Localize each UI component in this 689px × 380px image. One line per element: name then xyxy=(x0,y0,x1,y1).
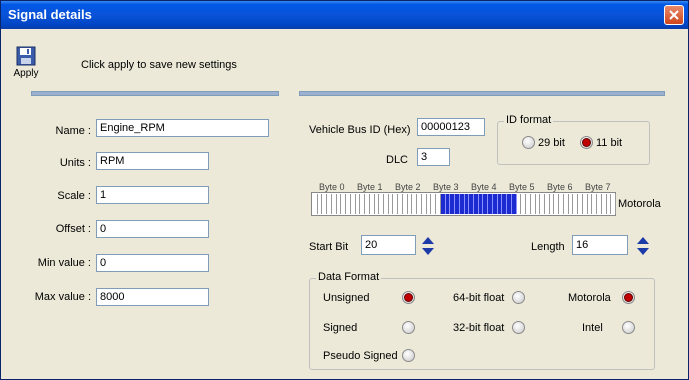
byte-label: Byte 1 xyxy=(357,182,383,192)
unsigned-label: Unsigned xyxy=(323,292,370,304)
start-bit-label: Start Bit xyxy=(309,241,349,253)
radio-unsigned[interactable] xyxy=(402,291,415,304)
right-separator xyxy=(299,91,665,96)
max-value-label: Max value : xyxy=(34,291,91,303)
window-title: Signal details xyxy=(8,7,92,22)
byte-label: Byte 3 xyxy=(433,182,459,192)
radio-signed[interactable] xyxy=(402,321,415,334)
float64-label: 64-bit float xyxy=(453,292,505,304)
radio-11-bit[interactable] xyxy=(580,136,593,149)
apply-label: Apply xyxy=(13,68,39,79)
left-separator xyxy=(31,91,279,96)
offset-field[interactable] xyxy=(96,220,209,238)
title-bar[interactable]: Signal details xyxy=(1,1,688,29)
bit-layout-bar[interactable] xyxy=(311,192,616,216)
length-field[interactable] xyxy=(572,235,628,255)
units-label: Units : xyxy=(59,157,91,169)
signed-label: Signed xyxy=(323,322,358,334)
motorola-label: Motorola xyxy=(568,292,611,304)
dlc-field[interactable] xyxy=(417,148,450,166)
byte-label: Byte 2 xyxy=(395,182,421,192)
signal-details-dialog: Signal details Apply Click apply to save… xyxy=(0,0,689,380)
min-value-label: Min value : xyxy=(37,257,91,269)
id-format-group: ID format 29 bit 11 bit xyxy=(497,114,650,165)
close-icon xyxy=(669,10,679,20)
max-value-field[interactable] xyxy=(96,288,209,306)
min-value-field[interactable] xyxy=(96,254,209,272)
data-format-legend: Data Format xyxy=(316,271,382,283)
byte-label: Byte 7 xyxy=(585,182,611,192)
name-label: Name : xyxy=(55,125,91,137)
length-spinner-icon[interactable] xyxy=(636,236,650,256)
radio-float64[interactable] xyxy=(512,291,525,304)
radio-11-bit-label: 11 bit xyxy=(596,137,623,149)
float32-label: 32-bit float xyxy=(453,322,505,334)
intel-label: Intel xyxy=(582,322,603,334)
bit-layout-label: Motorola xyxy=(618,198,661,210)
start-bit-field[interactable] xyxy=(361,235,416,255)
offset-label: Offset : xyxy=(55,223,91,235)
scale-field[interactable] xyxy=(96,186,209,204)
close-button[interactable] xyxy=(664,5,684,25)
radio-motorola[interactable] xyxy=(622,291,635,304)
byte-label: Byte 4 xyxy=(471,182,497,192)
radio-pseudo-signed[interactable] xyxy=(402,349,415,362)
radio-29-bit[interactable] xyxy=(522,136,535,149)
byte-label: Byte 5 xyxy=(509,182,535,192)
radio-float32[interactable] xyxy=(512,321,525,334)
length-label: Length xyxy=(531,241,565,253)
bus-id-label: Vehicle Bus ID (Hex) xyxy=(309,124,411,136)
bus-id-field[interactable] xyxy=(417,118,485,136)
units-field[interactable] xyxy=(96,152,209,170)
bit-cell[interactable] xyxy=(611,194,616,214)
scale-label: Scale : xyxy=(57,190,91,202)
id-format-legend: ID format xyxy=(504,114,554,126)
byte-label: Byte 0 xyxy=(319,182,345,192)
name-field[interactable] xyxy=(96,119,269,137)
start-bit-spinner-icon[interactable] xyxy=(421,236,435,256)
floppy-disk-icon xyxy=(16,46,36,66)
pseudo-signed-label: Pseudo Signed xyxy=(323,350,398,362)
apply-button[interactable]: Apply xyxy=(11,46,41,79)
radio-29-bit-label: 29 bit xyxy=(538,137,565,149)
radio-intel[interactable] xyxy=(622,321,635,334)
data-format-group: Data Format Unsigned Signed Pseudo Signe… xyxy=(309,271,655,370)
dlc-label: DLC xyxy=(386,154,409,166)
byte-label: Byte 6 xyxy=(547,182,573,192)
apply-hint: Click apply to save new settings xyxy=(81,59,237,71)
